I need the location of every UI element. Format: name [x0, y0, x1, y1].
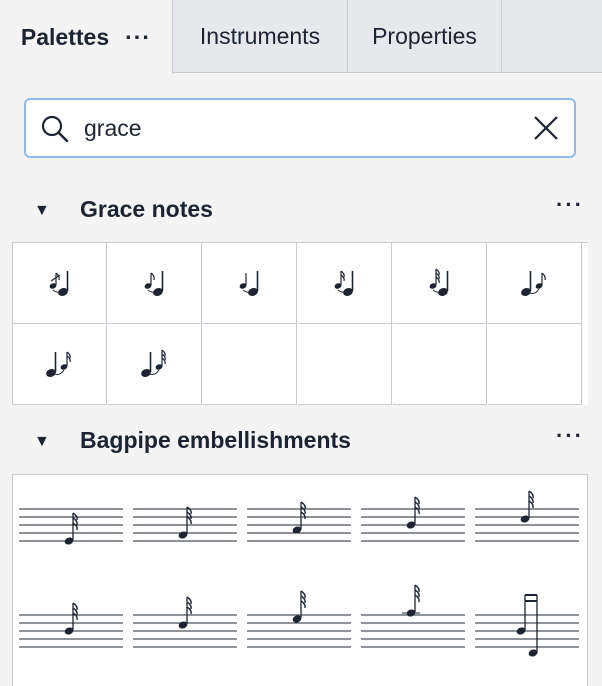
- tab-instruments[interactable]: Instruments: [173, 0, 348, 73]
- grace-eighth-after-icon: [520, 271, 546, 296]
- grace-16th-after-icon: [45, 351, 71, 377]
- bagpipe-single-grace-b-icon: [247, 501, 351, 542]
- palette-cell-bagpipe-single-grace-d[interactable]: [475, 475, 581, 571]
- grace-quarter-icon: [239, 271, 258, 296]
- bagpipe-single-grace-low-g-icon: [19, 508, 123, 545]
- collapse-triangle-icon[interactable]: ▼: [34, 433, 50, 451]
- palette-cell-grace-eighth-after[interactable]: [488, 243, 582, 324]
- palette-cell-empty: [203, 324, 297, 405]
- palettes-menu-icon[interactable]: ···: [125, 24, 151, 51]
- tab-properties[interactable]: Properties: [348, 0, 502, 73]
- section-title: Bagpipe embellishments: [80, 427, 351, 453]
- palette-cell-appoggiatura[interactable]: [108, 243, 202, 324]
- bagpipe-double-grace-icon: [475, 594, 579, 657]
- palette-cell-bagpipe-single-grace-b[interactable]: [247, 475, 353, 571]
- palette-cell-grace-32nd[interactable]: [393, 243, 487, 324]
- palette-cell-bagpipe-single-grace-high-a[interactable]: [361, 581, 467, 677]
- palette-cell-acciaccatura[interactable]: [13, 243, 107, 324]
- palette-cell-bagpipe-double-grace[interactable]: [475, 581, 581, 677]
- bagpipe-single-grace-f-icon: [133, 596, 237, 648]
- search-icon: [41, 115, 69, 143]
- palette-cell-bagpipe-single-grace-high-g[interactable]: [247, 581, 353, 677]
- grace-32nd-icon: [429, 268, 448, 296]
- bagpipe-single-grace-c-icon: [361, 496, 465, 542]
- bagpipe-single-grace-high-g-icon: [247, 590, 351, 648]
- tab-instruments-label: Instruments: [199, 23, 321, 49]
- palette-cell-empty: [298, 324, 392, 405]
- section-header-grace-notes[interactable]: ▼ Grace notes ···: [0, 192, 602, 232]
- panel-tab-bar: Palettes ··· Instruments Properties: [0, 0, 602, 74]
- palette-cell-bagpipe-single-grace-f[interactable]: [133, 581, 239, 677]
- bagpipe-single-grace-e-icon: [19, 602, 123, 648]
- palette-cell-bagpipe-single-grace-low-a[interactable]: [133, 475, 239, 571]
- palette-cell-grace-quarter[interactable]: [203, 243, 297, 324]
- palette-cell-grace-16th-after[interactable]: [13, 324, 107, 405]
- section-title: Grace notes: [80, 196, 213, 222]
- palette-search-box[interactable]: [24, 98, 576, 158]
- tab-palettes[interactable]: Palettes ···: [0, 0, 173, 74]
- palette-cell-empty: [393, 324, 487, 405]
- tab-properties-label: Properties: [372, 23, 477, 49]
- palette-cell-bagpipe-single-grace-low-g[interactable]: [19, 475, 125, 571]
- search-input[interactable]: [84, 110, 524, 146]
- tab-palettes-label: Palettes: [20, 23, 110, 50]
- section-header-bagpipe[interactable]: ▼ Bagpipe embellishments ···: [0, 423, 602, 463]
- palette-cell-bagpipe-single-grace-e[interactable]: [19, 581, 125, 677]
- collapse-triangle-icon[interactable]: ▼: [34, 202, 50, 220]
- section-more-icon[interactable]: ···: [556, 192, 584, 218]
- palette-cell-empty: [488, 324, 582, 405]
- palette-cell-grace-16th[interactable]: [298, 243, 392, 324]
- bagpipe-embellishments-grid: [12, 474, 588, 686]
- clear-search-icon[interactable]: [532, 114, 560, 142]
- section-more-icon[interactable]: ···: [556, 423, 584, 449]
- bagpipe-single-grace-high-a-icon: [361, 584, 465, 648]
- bagpipe-single-grace-low-a-icon: [133, 506, 237, 542]
- acciaccatura-icon: [49, 271, 68, 296]
- bagpipe-single-grace-d-icon: [475, 490, 579, 542]
- grace-16th-icon: [334, 270, 353, 296]
- grace-notes-grid: [12, 242, 588, 405]
- palette-cell-bagpipe-single-grace-c[interactable]: [361, 475, 467, 571]
- palette-cell-grace-32nd-after[interactable]: [108, 324, 202, 405]
- appoggiatura-icon: [144, 271, 163, 296]
- grace-32nd-after-icon: [140, 349, 166, 377]
